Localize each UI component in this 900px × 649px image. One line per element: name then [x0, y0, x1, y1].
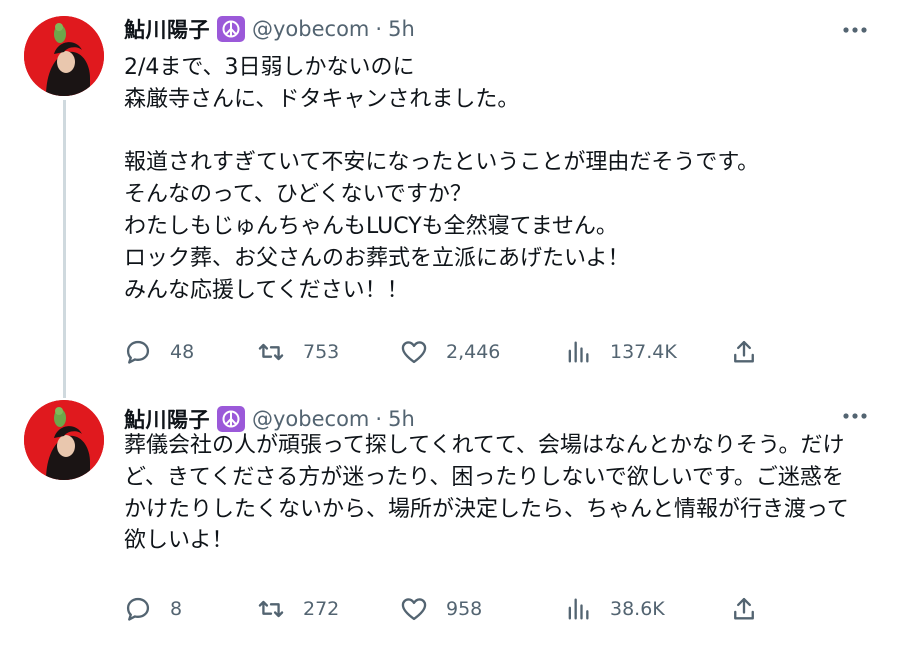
views-count: 137.4K	[610, 341, 677, 363]
share-button[interactable]	[730, 591, 758, 627]
like-count: 2,446	[446, 341, 501, 363]
views-button[interactable]: 137.4K	[564, 334, 677, 370]
bar-chart-icon	[568, 341, 589, 363]
timestamp[interactable]: 5h	[388, 407, 415, 431]
avatar-image	[24, 16, 104, 96]
retweet-button[interactable]: 272	[257, 591, 339, 627]
reply-icon	[126, 597, 150, 621]
thread-connector	[63, 100, 66, 398]
timestamp[interactable]: 5h	[388, 17, 415, 41]
views-count: 38.6K	[610, 598, 665, 620]
reply-button[interactable]: 8	[124, 591, 182, 627]
more-options-icon[interactable]	[840, 404, 870, 428]
heart-icon	[401, 341, 427, 364]
avatar-image	[24, 400, 104, 480]
avatar[interactable]	[24, 400, 104, 480]
like-button[interactable]: 2,446	[400, 334, 500, 370]
bar-chart-icon	[568, 598, 589, 620]
retweet-icon	[258, 600, 284, 618]
reply-count: 8	[170, 598, 183, 620]
retweet-icon	[258, 343, 284, 361]
share-icon	[734, 340, 754, 363]
separator-dot: ·	[375, 17, 383, 41]
tweet[interactable]: 鮎川陽子 @yobecom · 5h 2/4まで、3日弱しかないのに 森厳寺さん…	[0, 0, 900, 398]
tweet-text: 葬儀会社の人が頑張って探してくれてて、会場はなんとかなりそう。だけど、きてくださ…	[124, 433, 849, 554]
separator-dot: ·	[375, 407, 383, 431]
peace-icon	[217, 406, 245, 432]
heart-icon	[401, 598, 427, 621]
tweet-text: 2/4まで、3日弱しかないのに 森厳寺さんに、ドタキャンされました。 報道されす…	[124, 55, 760, 303]
avatar[interactable]	[24, 16, 104, 96]
tweet-header: 鮎川陽子 @yobecom · 5h	[124, 14, 415, 44]
author-name[interactable]: 鮎川陽子	[124, 14, 210, 44]
share-button[interactable]	[730, 334, 758, 370]
retweet-button[interactable]: 753	[257, 334, 339, 370]
tweet[interactable]: 鮎川陽子 @yobecom · 5h 葬儀会社の人が頑張って探してくれてて、会場…	[0, 392, 900, 649]
share-icon	[734, 597, 754, 620]
reply-count: 48	[170, 341, 195, 363]
retweet-count: 272	[303, 598, 340, 620]
reply-icon	[126, 340, 150, 364]
like-button[interactable]: 958	[400, 591, 482, 627]
action-bar: 48 753 2,446 137.4K	[124, 334, 764, 370]
more-options-icon[interactable]	[840, 18, 870, 42]
peace-icon	[217, 16, 245, 42]
like-count: 958	[446, 598, 483, 620]
action-bar: 8 272 958 38.6K	[124, 591, 764, 627]
author-handle[interactable]: @yobecom	[252, 17, 369, 41]
retweet-count: 753	[303, 341, 340, 363]
author-handle[interactable]: @yobecom	[252, 407, 369, 431]
reply-button[interactable]: 48	[124, 334, 194, 370]
views-button[interactable]: 38.6K	[564, 591, 665, 627]
